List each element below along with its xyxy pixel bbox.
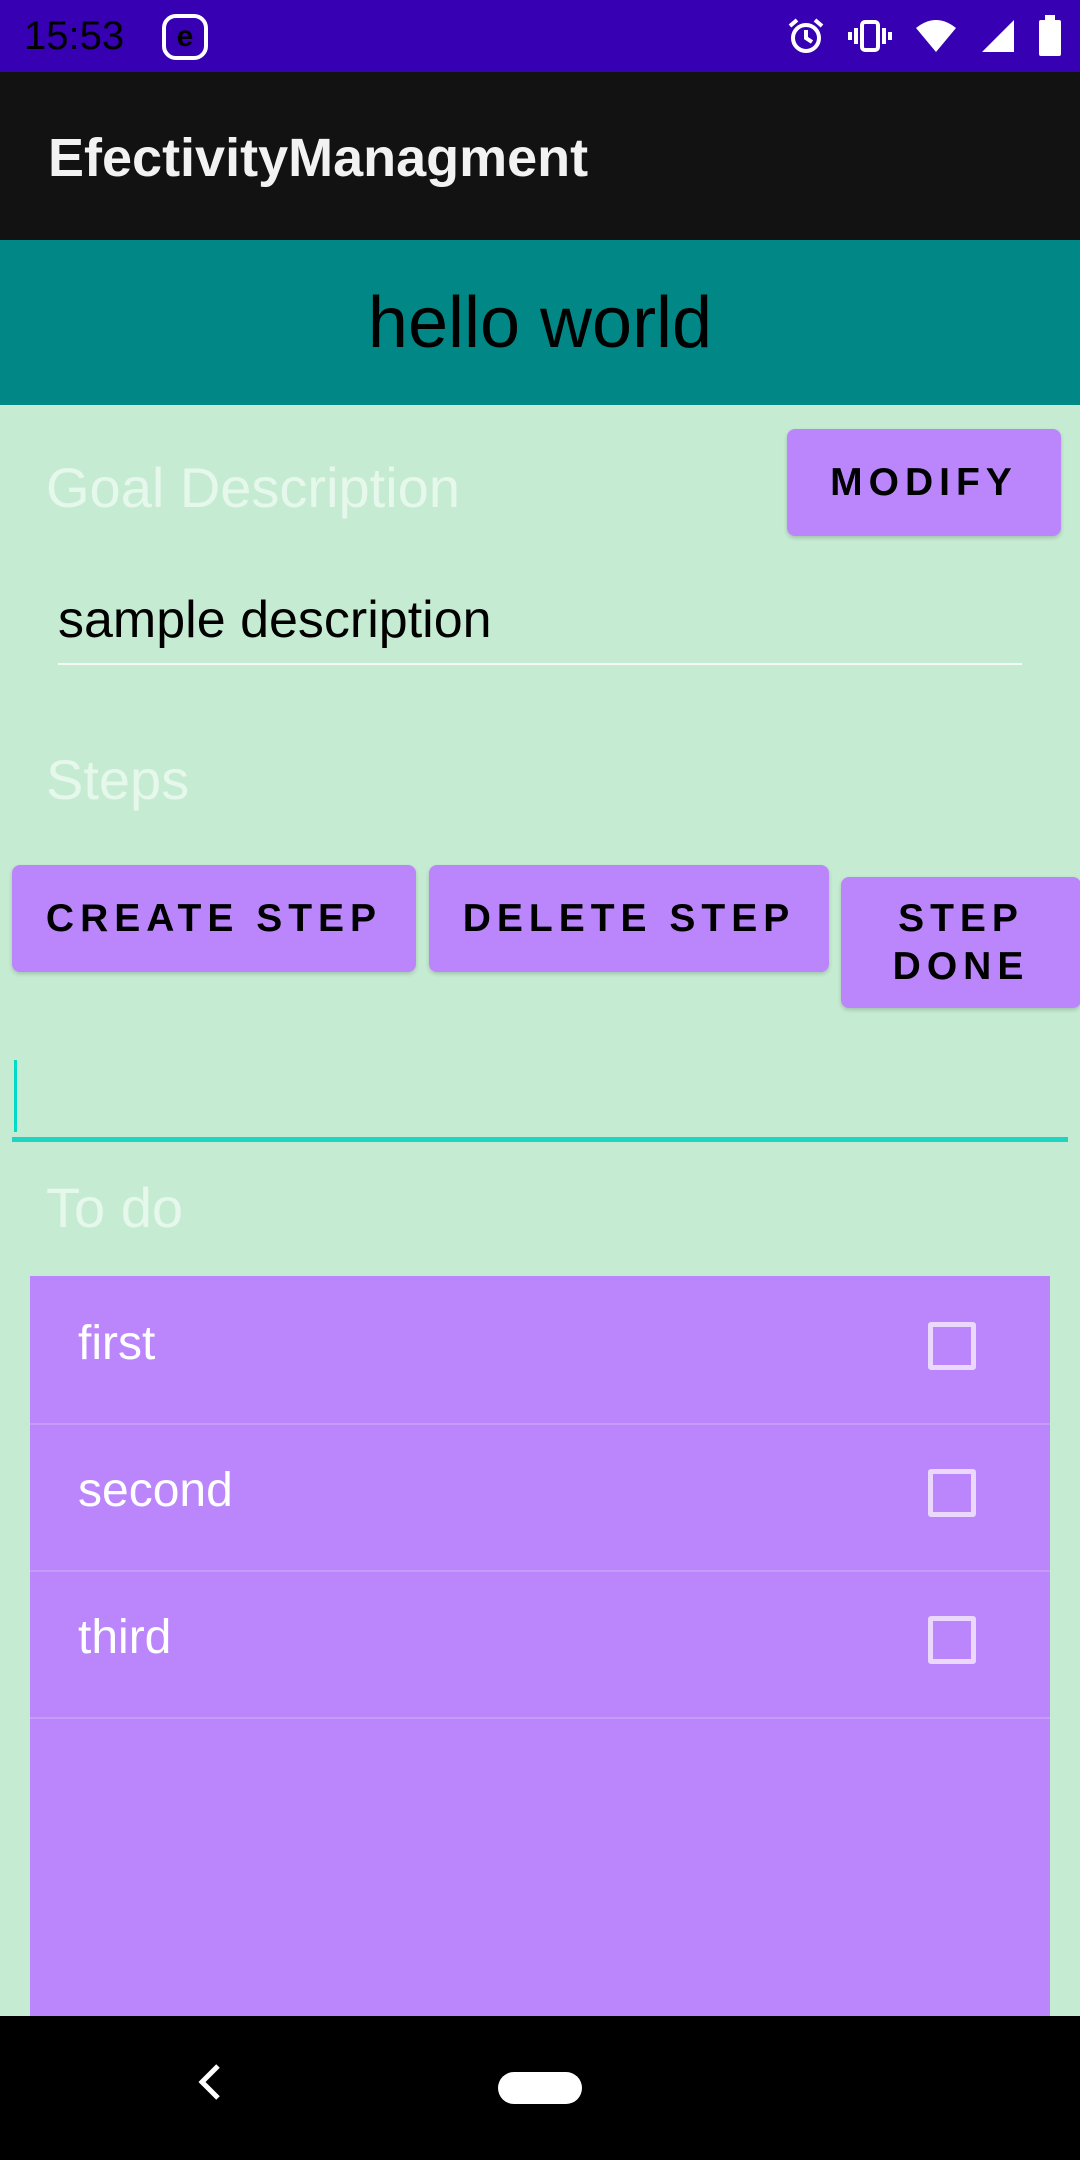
list-item-label: second <box>78 1464 233 1517</box>
todo-checkbox[interactable] <box>928 1616 976 1664</box>
step-input-underline <box>12 1137 1068 1142</box>
goal-description-underline <box>58 663 1022 665</box>
text-cursor <box>14 1060 17 1132</box>
todo-label: To do <box>46 1176 183 1239</box>
alarm-icon <box>788 18 824 53</box>
header-banner: hello world <box>0 240 1080 405</box>
goal-description-field[interactable]: sample description <box>58 590 492 650</box>
vibrate-icon <box>848 20 892 52</box>
status-time: 15:53 <box>24 14 125 58</box>
create-step-button[interactable]: CREATE STEP <box>12 865 416 972</box>
steps-label: Steps <box>46 748 190 811</box>
header-text: hello world <box>367 282 713 363</box>
list-item[interactable]: third <box>30 1570 1050 1719</box>
delete-step-button[interactable]: DELETE STEP <box>429 865 829 972</box>
back-icon[interactable] <box>196 2060 222 2117</box>
signal-icon <box>982 20 1014 52</box>
todo-checkbox[interactable] <box>928 1322 976 1370</box>
battery-icon <box>1039 15 1061 56</box>
step-input[interactable] <box>12 1058 1068 1142</box>
goal-description-label: Goal Description <box>46 456 460 519</box>
step-done-button[interactable]: STEP DONE <box>841 877 1080 1008</box>
todo-checkbox[interactable] <box>928 1469 976 1517</box>
modify-button[interactable]: MODIFY <box>787 429 1061 536</box>
app-title: EfectivityManagment <box>48 128 589 188</box>
status-icons <box>786 12 1062 60</box>
wifi-icon <box>916 20 956 52</box>
list-item[interactable]: second <box>30 1423 1050 1572</box>
app-notification-icon: e <box>162 14 208 60</box>
list-item[interactable]: first <box>30 1276 1050 1425</box>
list-item-label: third <box>78 1611 172 1664</box>
home-pill-icon[interactable] <box>498 2072 582 2104</box>
todo-list: first second third <box>30 1276 1050 2016</box>
list-item-label: first <box>78 1317 156 1370</box>
